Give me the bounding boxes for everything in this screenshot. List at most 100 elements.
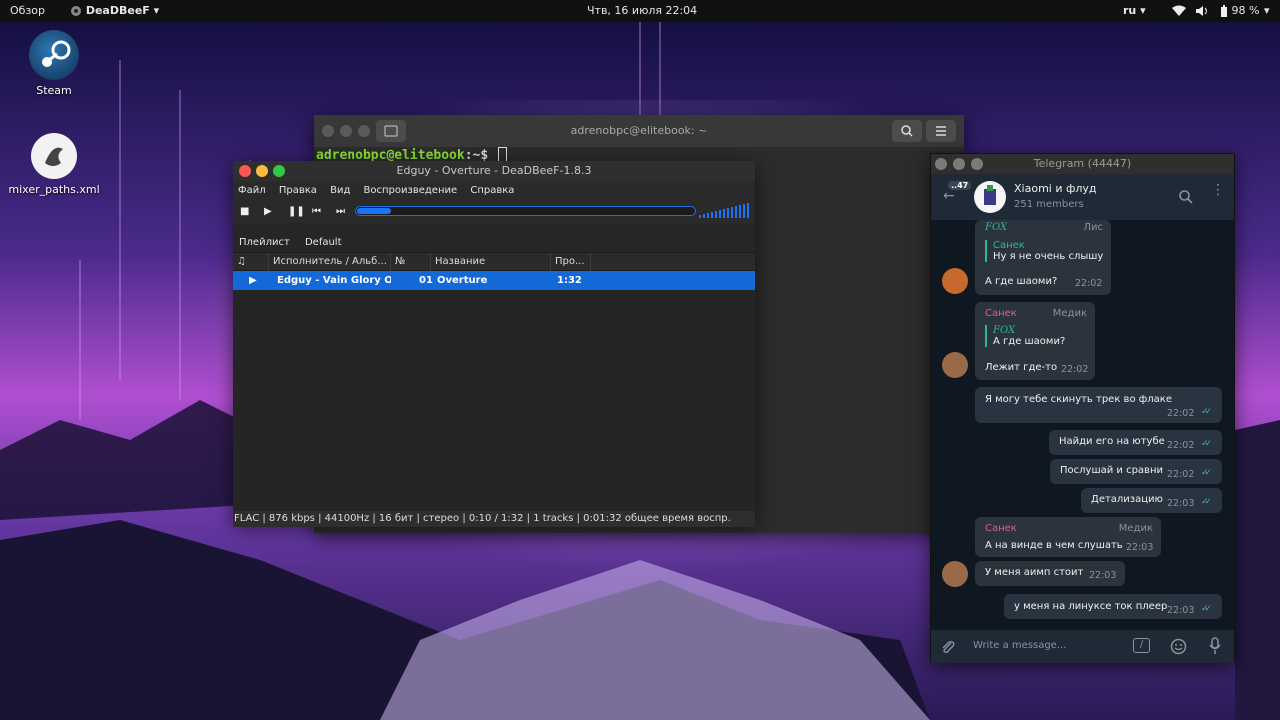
message-bubble[interactable]: Я могу тебе скинуть трек во флаке 22:02 …: [975, 387, 1222, 423]
message-bubble[interactable]: У меня аимп стоит 22:03: [975, 561, 1125, 586]
next-button[interactable]: ⏭: [336, 201, 345, 223]
volume-bar[interactable]: [699, 201, 753, 219]
menu-edit[interactable]: Правка: [279, 181, 317, 201]
maximize-window-button[interactable]: [358, 125, 370, 137]
minimize-window-button[interactable]: [953, 158, 965, 170]
sender-role: Лис: [1083, 222, 1103, 233]
attach-icon[interactable]: [940, 639, 956, 655]
message-time: 22:03: [1167, 498, 1195, 509]
close-window-button[interactable]: [322, 125, 334, 137]
top-panel: Обзор DeaDBeeF ▾ Чтв, 16 июля 22:04 ru ▾…: [0, 0, 1280, 22]
message-bubble[interactable]: Санек Медик А на винде в чем слушать 22:…: [975, 517, 1161, 557]
emoji-icon[interactable]: [1170, 638, 1187, 655]
pause-button[interactable]: ❚❚: [288, 201, 305, 223]
desktop-icon-label: Steam: [36, 84, 72, 97]
search-button[interactable]: [892, 120, 922, 142]
message-text: у меня на линуксе ток плеер: [1014, 601, 1168, 612]
commands-icon[interactable]: /: [1133, 638, 1150, 653]
avatar[interactable]: [942, 268, 968, 294]
unread-badge: ..47: [948, 181, 972, 190]
message-text: У меня аимп стоит: [985, 567, 1084, 578]
close-window-button[interactable]: [935, 158, 947, 170]
app-menu-button[interactable]: DeaDBeeF ▾: [70, 0, 159, 22]
telegram-window[interactable]: Telegram (44447) ← ..47 Xiaomi и флуд 25…: [930, 153, 1235, 663]
chevron-down-icon: ▾: [153, 4, 160, 17]
message-bubble[interactable]: Послушай и сравни 22:02 ✓✓: [1050, 459, 1222, 484]
seek-bar[interactable]: [355, 206, 696, 216]
wifi-icon[interactable]: [1172, 0, 1186, 22]
message-bubble[interactable]: Санек Медик FOX А где шаоми? Лежит где-т…: [975, 302, 1095, 380]
column-duration[interactable]: Про...: [551, 253, 591, 271]
deadbeef-titlebar[interactable]: Edguy - Overture - DeaDBeeF-1.8.3: [233, 161, 755, 181]
chat-name[interactable]: Xiaomi и флуд: [1014, 182, 1097, 195]
message-bubble[interactable]: Детализацию 22:03 ✓✓: [1081, 488, 1222, 513]
search-icon[interactable]: [1178, 189, 1194, 205]
table-row[interactable]: ▶ Edguy - Vain Glory O... 01 Overture 1:…: [233, 271, 755, 290]
chevron-down-icon[interactable]: ▾: [1264, 0, 1270, 22]
message-text: Детализацию: [1091, 494, 1163, 505]
status-bar: FLAC | 876 kbps | 44100Hz | 16 бит | сте…: [233, 511, 755, 527]
text-cursor: [498, 147, 508, 162]
minimize-window-button[interactable]: [340, 125, 352, 137]
avatar[interactable]: [942, 352, 968, 378]
message-input[interactable]: Write a message...: [973, 640, 1066, 651]
playlist-tab-default[interactable]: Default: [305, 237, 342, 248]
steam-icon: [29, 30, 79, 80]
message-bubble[interactable]: Найди его на ютубе 22:02 ✓✓: [1049, 430, 1222, 455]
reply-quote[interactable]: Санек Ну я не очень слышу: [985, 240, 1103, 262]
desktop-icon-mixer-paths[interactable]: mixer_paths.xml: [6, 133, 102, 196]
menu-file[interactable]: Файл: [238, 181, 266, 201]
clock[interactable]: Чтв, 16 июля 22:04: [587, 0, 697, 22]
reply-quote[interactable]: FOX А где шаоми?: [985, 325, 1065, 347]
menu-playback[interactable]: Воспроизведение: [364, 181, 458, 201]
minimize-window-button[interactable]: [256, 165, 268, 177]
column-playing[interactable]: ♫: [233, 253, 269, 271]
volume-icon[interactable]: [1195, 0, 1209, 22]
deadbeef-window[interactable]: Edguy - Overture - DeaDBeeF-1.8.3 Файл П…: [233, 161, 755, 527]
desktop-icon-steam[interactable]: Steam: [24, 30, 84, 97]
message-time: 22:03: [1089, 570, 1117, 581]
reply-name: Санек: [993, 240, 1025, 251]
more-options-icon[interactable]: ⋮: [1211, 183, 1225, 197]
message-bubble[interactable]: FOX Лис Санек Ну я не очень слышу А где …: [975, 220, 1111, 295]
chat-avatar[interactable]: [974, 181, 1006, 213]
hamburger-icon: [936, 126, 946, 136]
column-title[interactable]: Название: [431, 253, 551, 271]
xml-file-icon: [31, 133, 77, 179]
play-button[interactable]: ▶: [264, 201, 272, 223]
playlist-empty-area[interactable]: [233, 290, 755, 511]
sender-name: Санек: [985, 523, 1017, 534]
search-icon: [901, 125, 913, 137]
microphone-icon[interactable]: [1209, 637, 1221, 655]
close-window-button[interactable]: [239, 165, 251, 177]
avatar[interactable]: [942, 561, 968, 587]
maximize-window-button[interactable]: [273, 165, 285, 177]
message-time: 22:03: [1126, 542, 1154, 553]
column-artist-album[interactable]: Исполнитель / Альб...: [269, 253, 391, 271]
reply-text: Ну я не очень слышу: [993, 251, 1104, 262]
activities-button[interactable]: Обзор: [10, 0, 45, 22]
maximize-window-button[interactable]: [971, 158, 983, 170]
message-time: 22:02: [1075, 278, 1103, 289]
keyboard-layout-indicator[interactable]: ru ▾: [1123, 0, 1146, 22]
message-time: 22:02: [1167, 408, 1195, 419]
menu-help[interactable]: Справка: [470, 181, 514, 201]
stop-button[interactable]: ■: [240, 201, 249, 223]
menu-button[interactable]: [926, 120, 956, 142]
column-track-number[interactable]: №: [391, 253, 431, 271]
terminal-titlebar[interactable]: adrenobpc@elitebook: ~: [314, 115, 964, 147]
battery-indicator[interactable]: 98 %: [1220, 0, 1259, 22]
messages-area[interactable]: FOX Лис Санек Ну я не очень слышу А где …: [931, 220, 1234, 630]
message-bubble[interactable]: у меня на линуксе ток плеер 22:03 ✓✓: [1004, 594, 1222, 619]
message-composer: Write a message... /: [931, 630, 1234, 663]
read-checkmarks-icon: ✓✓: [1201, 439, 1212, 449]
previous-button[interactable]: ⏮: [312, 201, 321, 223]
back-arrow-icon[interactable]: ←: [943, 188, 955, 204]
new-tab-button[interactable]: [376, 120, 406, 142]
chat-members: 251 members: [1014, 199, 1084, 210]
chevron-down-icon: ▾: [1140, 4, 1146, 17]
telegram-titlebar[interactable]: Telegram (44447): [931, 154, 1234, 174]
menu-view[interactable]: Вид: [330, 181, 350, 201]
read-checkmarks-icon: ✓✓: [1201, 604, 1212, 614]
chat-header: ← ..47 Xiaomi и флуд 251 members ⋮: [931, 174, 1234, 220]
